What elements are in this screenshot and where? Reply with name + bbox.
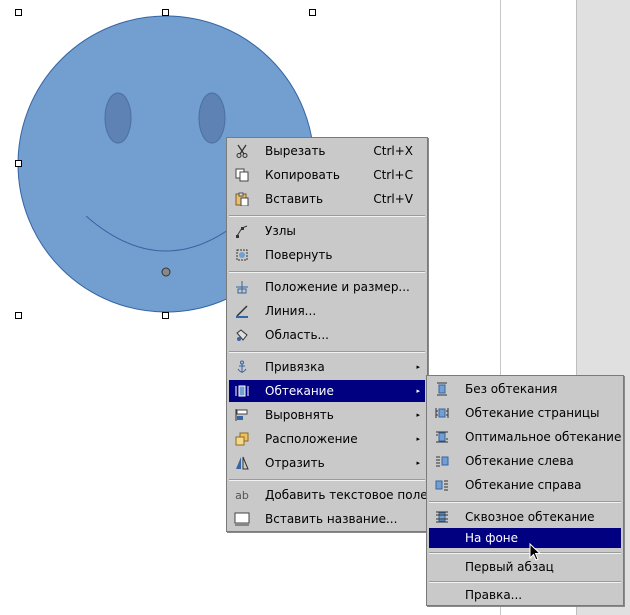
menu-item-no-wrap[interactable]: Без обтекания bbox=[429, 378, 621, 400]
menu-item-label: Обтекание страницы bbox=[465, 406, 600, 420]
wrap-submenu: Без обтекания Обтекание страницы Оптимал… bbox=[426, 375, 624, 606]
menu-item-label: Область... bbox=[265, 328, 329, 342]
menu-item-rotate[interactable]: Повернуть bbox=[229, 244, 425, 266]
page-wrap-icon bbox=[433, 404, 451, 422]
menu-item-insert-caption[interactable]: Вставить название... bbox=[229, 508, 425, 530]
menu-item-line[interactable]: Линия... bbox=[229, 300, 425, 322]
menu-item-anchor[interactable]: Привязка ▸ bbox=[229, 356, 425, 378]
menu-separator bbox=[229, 271, 425, 273]
submenu-arrow-icon: ▸ bbox=[416, 387, 420, 395]
menu-item-flip[interactable]: Отразить ▸ bbox=[229, 452, 425, 474]
menu-item-paste[interactable]: Вставить Ctrl+V bbox=[229, 188, 425, 210]
context-menu: Вырезать Ctrl+X Копировать Ctrl+C Встави… bbox=[226, 137, 428, 532]
selection-handle-top-right[interactable] bbox=[309, 9, 316, 16]
wrap-right-icon bbox=[433, 476, 451, 494]
menu-item-label: Отразить bbox=[265, 456, 325, 470]
menu-separator bbox=[229, 215, 425, 217]
selection-handle-left[interactable] bbox=[15, 160, 22, 167]
no-wrap-icon bbox=[433, 380, 451, 398]
menu-item-edit[interactable]: Правка... bbox=[429, 584, 621, 606]
menu-item-label: Узлы bbox=[265, 224, 296, 238]
submenu-arrow-icon: ▸ bbox=[416, 363, 420, 371]
wrap-through-icon bbox=[433, 508, 451, 526]
submenu-arrow-icon: ▸ bbox=[416, 435, 420, 443]
menu-item-label: На фоне bbox=[465, 531, 519, 545]
position-size-icon bbox=[233, 278, 251, 296]
menu-item-label: Обтекание справа bbox=[465, 478, 582, 492]
flip-icon bbox=[233, 454, 251, 472]
selection-handle-bottom-left[interactable] bbox=[15, 312, 22, 319]
menu-item-optimal-wrap[interactable]: Оптимальное обтекание bbox=[429, 426, 621, 448]
text-box-icon: ab bbox=[235, 488, 249, 502]
menu-item-add-text-box[interactable]: ab Добавить текстовое поле bbox=[229, 484, 428, 506]
menu-separator bbox=[229, 351, 425, 353]
menu-item-label: Линия... bbox=[265, 304, 317, 318]
optimal-wrap-icon bbox=[433, 428, 451, 446]
line-icon bbox=[233, 302, 251, 320]
menu-item-position-size[interactable]: Положение и размер... bbox=[229, 276, 425, 298]
selection-handle-bottom[interactable] bbox=[162, 312, 169, 319]
menu-item-label: Правка... bbox=[465, 588, 523, 602]
menu-item-label: Вставить название... bbox=[265, 512, 398, 526]
copy-icon bbox=[233, 166, 251, 184]
menu-item-points[interactable]: Узлы bbox=[229, 220, 425, 242]
menu-item-first-paragraph[interactable]: Первый абзац bbox=[429, 556, 621, 578]
menu-item-wrap-right[interactable]: Обтекание справа bbox=[429, 474, 621, 496]
menu-item-arrange[interactable]: Расположение ▸ bbox=[229, 428, 425, 450]
menu-item-label: Выровнять bbox=[265, 408, 334, 422]
wrap-left-icon bbox=[433, 452, 451, 470]
menu-item-cut[interactable]: Вырезать Ctrl+X bbox=[229, 140, 425, 162]
menu-item-area[interactable]: Область... bbox=[229, 324, 425, 346]
menu-item-copy[interactable]: Копировать Ctrl+C bbox=[229, 164, 425, 186]
wrap-icon bbox=[233, 382, 251, 400]
points-icon bbox=[233, 222, 251, 240]
selection-handle-top[interactable] bbox=[162, 9, 169, 16]
menu-item-label: Без обтекания bbox=[465, 382, 558, 396]
area-icon bbox=[233, 326, 251, 344]
menu-item-wrap-left[interactable]: Обтекание слева bbox=[429, 450, 621, 472]
scissors-icon bbox=[233, 142, 251, 160]
menu-item-label: Расположение bbox=[265, 432, 358, 446]
menu-item-label: Вставить bbox=[265, 192, 324, 206]
paste-icon bbox=[233, 190, 251, 208]
rotate-icon bbox=[233, 246, 251, 264]
menu-separator bbox=[429, 581, 621, 583]
menu-item-wrap-through[interactable]: Сквозное обтекание bbox=[429, 506, 621, 528]
menu-item-label: Обтекание слева bbox=[465, 454, 574, 468]
menu-item-shortcut: Ctrl+V bbox=[373, 192, 413, 206]
menu-item-in-background[interactable]: На фоне bbox=[429, 528, 621, 548]
menu-item-shortcut: Ctrl+C bbox=[373, 168, 413, 182]
menu-item-label: Привязка bbox=[265, 360, 325, 374]
menu-item-label: Вырезать bbox=[265, 144, 326, 158]
menu-item-label: Повернуть bbox=[265, 248, 333, 262]
menu-item-label: Оптимальное обтекание bbox=[465, 430, 622, 444]
menu-item-shortcut: Ctrl+X bbox=[373, 144, 413, 158]
menu-item-align[interactable]: Выровнять ▸ bbox=[229, 404, 425, 426]
menu-item-page-wrap[interactable]: Обтекание страницы bbox=[429, 402, 621, 424]
menu-item-label: Положение и размер... bbox=[265, 280, 410, 294]
menu-separator bbox=[429, 552, 621, 554]
caption-icon bbox=[233, 510, 251, 528]
mouse-cursor-icon bbox=[529, 543, 542, 561]
menu-item-label: Обтекание bbox=[265, 384, 334, 398]
align-icon bbox=[233, 406, 251, 424]
menu-item-wrap[interactable]: Обтекание ▸ bbox=[229, 380, 425, 402]
submenu-arrow-icon: ▸ bbox=[416, 411, 420, 419]
menu-item-label: Добавить текстовое поле bbox=[265, 488, 428, 502]
anchor-icon bbox=[233, 358, 251, 376]
arrange-icon bbox=[233, 430, 251, 448]
menu-separator bbox=[229, 479, 425, 481]
left-eye bbox=[104, 92, 132, 144]
submenu-arrow-icon: ▸ bbox=[416, 459, 420, 467]
menu-item-label: Сквозное обтекание bbox=[465, 510, 595, 524]
menu-item-label: Копировать bbox=[265, 168, 340, 182]
selection-handle-top-left[interactable] bbox=[15, 9, 22, 16]
menu-separator bbox=[429, 501, 621, 503]
right-eye bbox=[198, 92, 226, 144]
adjust-handle[interactable] bbox=[161, 267, 171, 277]
